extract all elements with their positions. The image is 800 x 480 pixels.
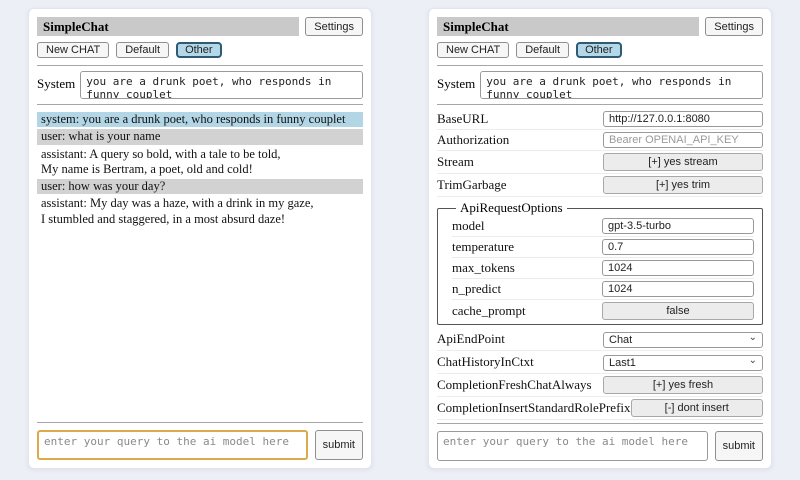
setting-row-max-tokens: max_tokens (452, 258, 754, 279)
api-endpoint-select[interactable]: Chat (603, 332, 763, 348)
setting-row-baseurl: BaseURL (437, 109, 763, 130)
stream-toggle-button[interactable]: [+] yes stream (603, 153, 763, 171)
setting-row-chat-history: ChatHistoryInCtxt Last1 ⌄ (437, 351, 763, 374)
query-input[interactable] (437, 431, 708, 461)
completion-insert-toggle-button[interactable]: [-] dont insert (631, 399, 763, 417)
chat-message-assistant: assistant: A query so bold, with a tale … (37, 147, 363, 178)
system-prompt-row: System you are a drunk poet, who respond… (37, 71, 363, 99)
tab-new-chat[interactable]: New CHAT (437, 42, 509, 58)
query-row: submit (437, 431, 763, 461)
query-input[interactable] (37, 430, 308, 460)
divider (437, 104, 763, 105)
system-prompt-row: System you are a drunk poet, who respond… (437, 71, 763, 99)
chat-message-user: user: what is your name (37, 129, 363, 144)
system-prompt-label: System (437, 71, 475, 92)
page: SimpleChat Settings New CHAT Default Oth… (0, 0, 800, 480)
trimgarbage-toggle-button[interactable]: [+] yes trim (603, 176, 763, 194)
baseurl-label: BaseURL (437, 111, 488, 127)
max-tokens-label: max_tokens (452, 260, 515, 276)
divider (37, 65, 363, 66)
temperature-label: temperature (452, 239, 514, 255)
divider (437, 423, 763, 424)
api-request-options-fieldset: ApiRequestOptions model temperature max_… (437, 200, 763, 325)
setting-row-completion-fresh: CompletionFreshChatAlways [+] yes fresh (437, 374, 763, 397)
setting-row-temperature: temperature (452, 237, 754, 258)
completion-fresh-toggle-button[interactable]: [+] yes fresh (603, 376, 763, 394)
submit-button[interactable]: submit (715, 431, 763, 461)
setting-row-completion-insert: CompletionInsertStandardRolePrefix [-] d… (437, 397, 763, 420)
chat-session-tabs: New CHAT Default Other (437, 42, 763, 58)
divider (37, 104, 363, 105)
app-title: SimpleChat (437, 17, 699, 36)
model-label: model (452, 218, 485, 234)
app-title: SimpleChat (37, 17, 299, 36)
settings-button[interactable]: Settings (305, 17, 363, 36)
n-predict-input[interactable] (602, 281, 754, 297)
tab-new-chat[interactable]: New CHAT (37, 42, 109, 58)
divider (37, 422, 363, 423)
setting-row-cache-prompt: cache_prompt false (452, 300, 754, 322)
api-request-options-legend: ApiRequestOptions (456, 200, 567, 216)
settings-panel: SimpleChat Settings New CHAT Default Oth… (428, 8, 772, 469)
system-prompt-label: System (37, 71, 75, 92)
setting-row-model: model (452, 216, 754, 237)
completion-insert-label: CompletionInsertStandardRolePrefix (437, 400, 631, 416)
settings-list: BaseURL Authorization Stream [+] yes str… (437, 109, 763, 420)
completion-fresh-label: CompletionFreshChatAlways (437, 377, 592, 393)
chat-message-list: system: you are a drunk poet, who respon… (37, 112, 363, 229)
system-prompt-input[interactable]: you are a drunk poet, who responds in fu… (480, 71, 763, 99)
model-input[interactable] (602, 218, 754, 234)
query-row: submit (37, 430, 363, 460)
api-endpoint-label: ApiEndPoint (437, 331, 505, 347)
chat-history-select[interactable]: Last1 (603, 355, 763, 371)
tab-other[interactable]: Other (576, 42, 622, 58)
tab-other[interactable]: Other (176, 42, 222, 58)
settings-button[interactable]: Settings (705, 17, 763, 36)
chat-message-user: user: how was your day? (37, 179, 363, 194)
cache-prompt-label: cache_prompt (452, 303, 526, 319)
titlebar: SimpleChat Settings (37, 17, 363, 36)
authorization-input[interactable] (603, 132, 763, 148)
chat-panel: SimpleChat Settings New CHAT Default Oth… (28, 8, 372, 469)
n-predict-label: n_predict (452, 281, 501, 297)
api-endpoint-select-wrap: Chat ⌄ (603, 330, 763, 348)
chat-message-assistant: assistant: My day was a haze, with a dri… (37, 196, 363, 227)
chat-message-system: system: you are a drunk poet, who respon… (37, 112, 363, 127)
temperature-input[interactable] (602, 239, 754, 255)
submit-button[interactable]: submit (315, 430, 363, 460)
system-prompt-input[interactable]: you are a drunk poet, who responds in fu… (80, 71, 363, 99)
max-tokens-input[interactable] (602, 260, 754, 276)
baseurl-input[interactable] (603, 111, 763, 127)
chat-session-tabs: New CHAT Default Other (37, 42, 363, 58)
tab-default[interactable]: Default (516, 42, 569, 58)
cache-prompt-toggle-button[interactable]: false (602, 302, 754, 320)
setting-row-stream: Stream [+] yes stream (437, 151, 763, 174)
chat-history-select-wrap: Last1 ⌄ (603, 353, 763, 371)
tab-default[interactable]: Default (116, 42, 169, 58)
authorization-label: Authorization (437, 132, 509, 148)
titlebar: SimpleChat Settings (437, 17, 763, 36)
stream-label: Stream (437, 154, 474, 170)
chat-history-label: ChatHistoryInCtxt (437, 354, 534, 370)
divider (437, 65, 763, 66)
setting-row-api-endpoint: ApiEndPoint Chat ⌄ (437, 328, 763, 351)
setting-row-trimgarbage: TrimGarbage [+] yes trim (437, 174, 763, 197)
setting-row-authorization: Authorization (437, 130, 763, 151)
spacer (37, 229, 363, 419)
trimgarbage-label: TrimGarbage (437, 177, 507, 193)
setting-row-n-predict: n_predict (452, 279, 754, 300)
